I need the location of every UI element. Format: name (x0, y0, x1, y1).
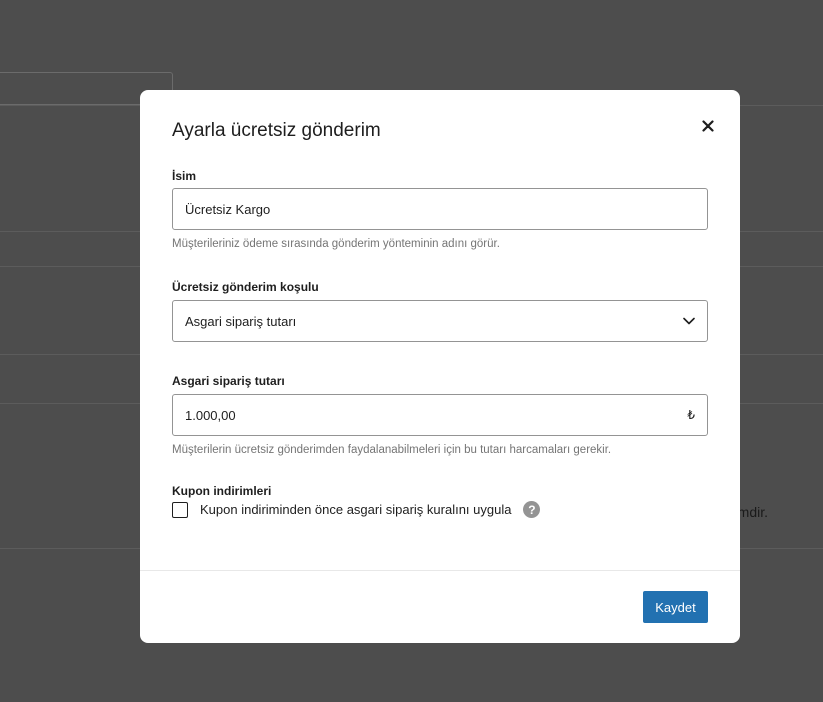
amount-label: Asgari sipariş tutarı (172, 374, 285, 388)
name-input[interactable] (172, 188, 708, 230)
name-label: İsim (172, 169, 197, 183)
free-shipping-modal: Ayarla ücretsiz gönderim İsim Müşteriler… (140, 90, 740, 643)
condition-label: Ücretsiz gönderim koşulu (172, 280, 319, 294)
amount-help-text: Müşterilerin ücretsiz gönderimden faydal… (172, 444, 612, 456)
amount-input[interactable]: 1.000,00 ₺ (172, 394, 708, 436)
condition-select[interactable]: Asgari sipariş tutarı (172, 300, 708, 342)
coupon-checkbox-row: Kupon indiriminden önce asgari sipariş k… (172, 501, 541, 518)
chevron-down-icon (683, 317, 695, 325)
currency-symbol: ₺ (687, 408, 695, 422)
close-button[interactable] (696, 114, 720, 138)
name-help-text: Müşterileriniz ödeme sırasında gönderim … (172, 238, 500, 250)
modal-title: Ayarla ücretsiz gönderim (172, 120, 381, 141)
coupon-label: Kupon indirimleri (172, 484, 272, 498)
save-button[interactable]: Kaydet (643, 591, 708, 623)
amount-value: 1.000,00 (185, 407, 236, 423)
background-text: mdir. (737, 504, 768, 520)
close-icon (702, 120, 714, 132)
footer-divider (140, 570, 740, 571)
coupon-checkbox[interactable] (172, 501, 188, 518)
help-icon[interactable]: ? (523, 501, 541, 518)
coupon-checkbox-label[interactable]: Kupon indiriminden önce asgari sipariş k… (200, 502, 511, 517)
condition-selected-value: Asgari sipariş tutarı (185, 313, 297, 329)
